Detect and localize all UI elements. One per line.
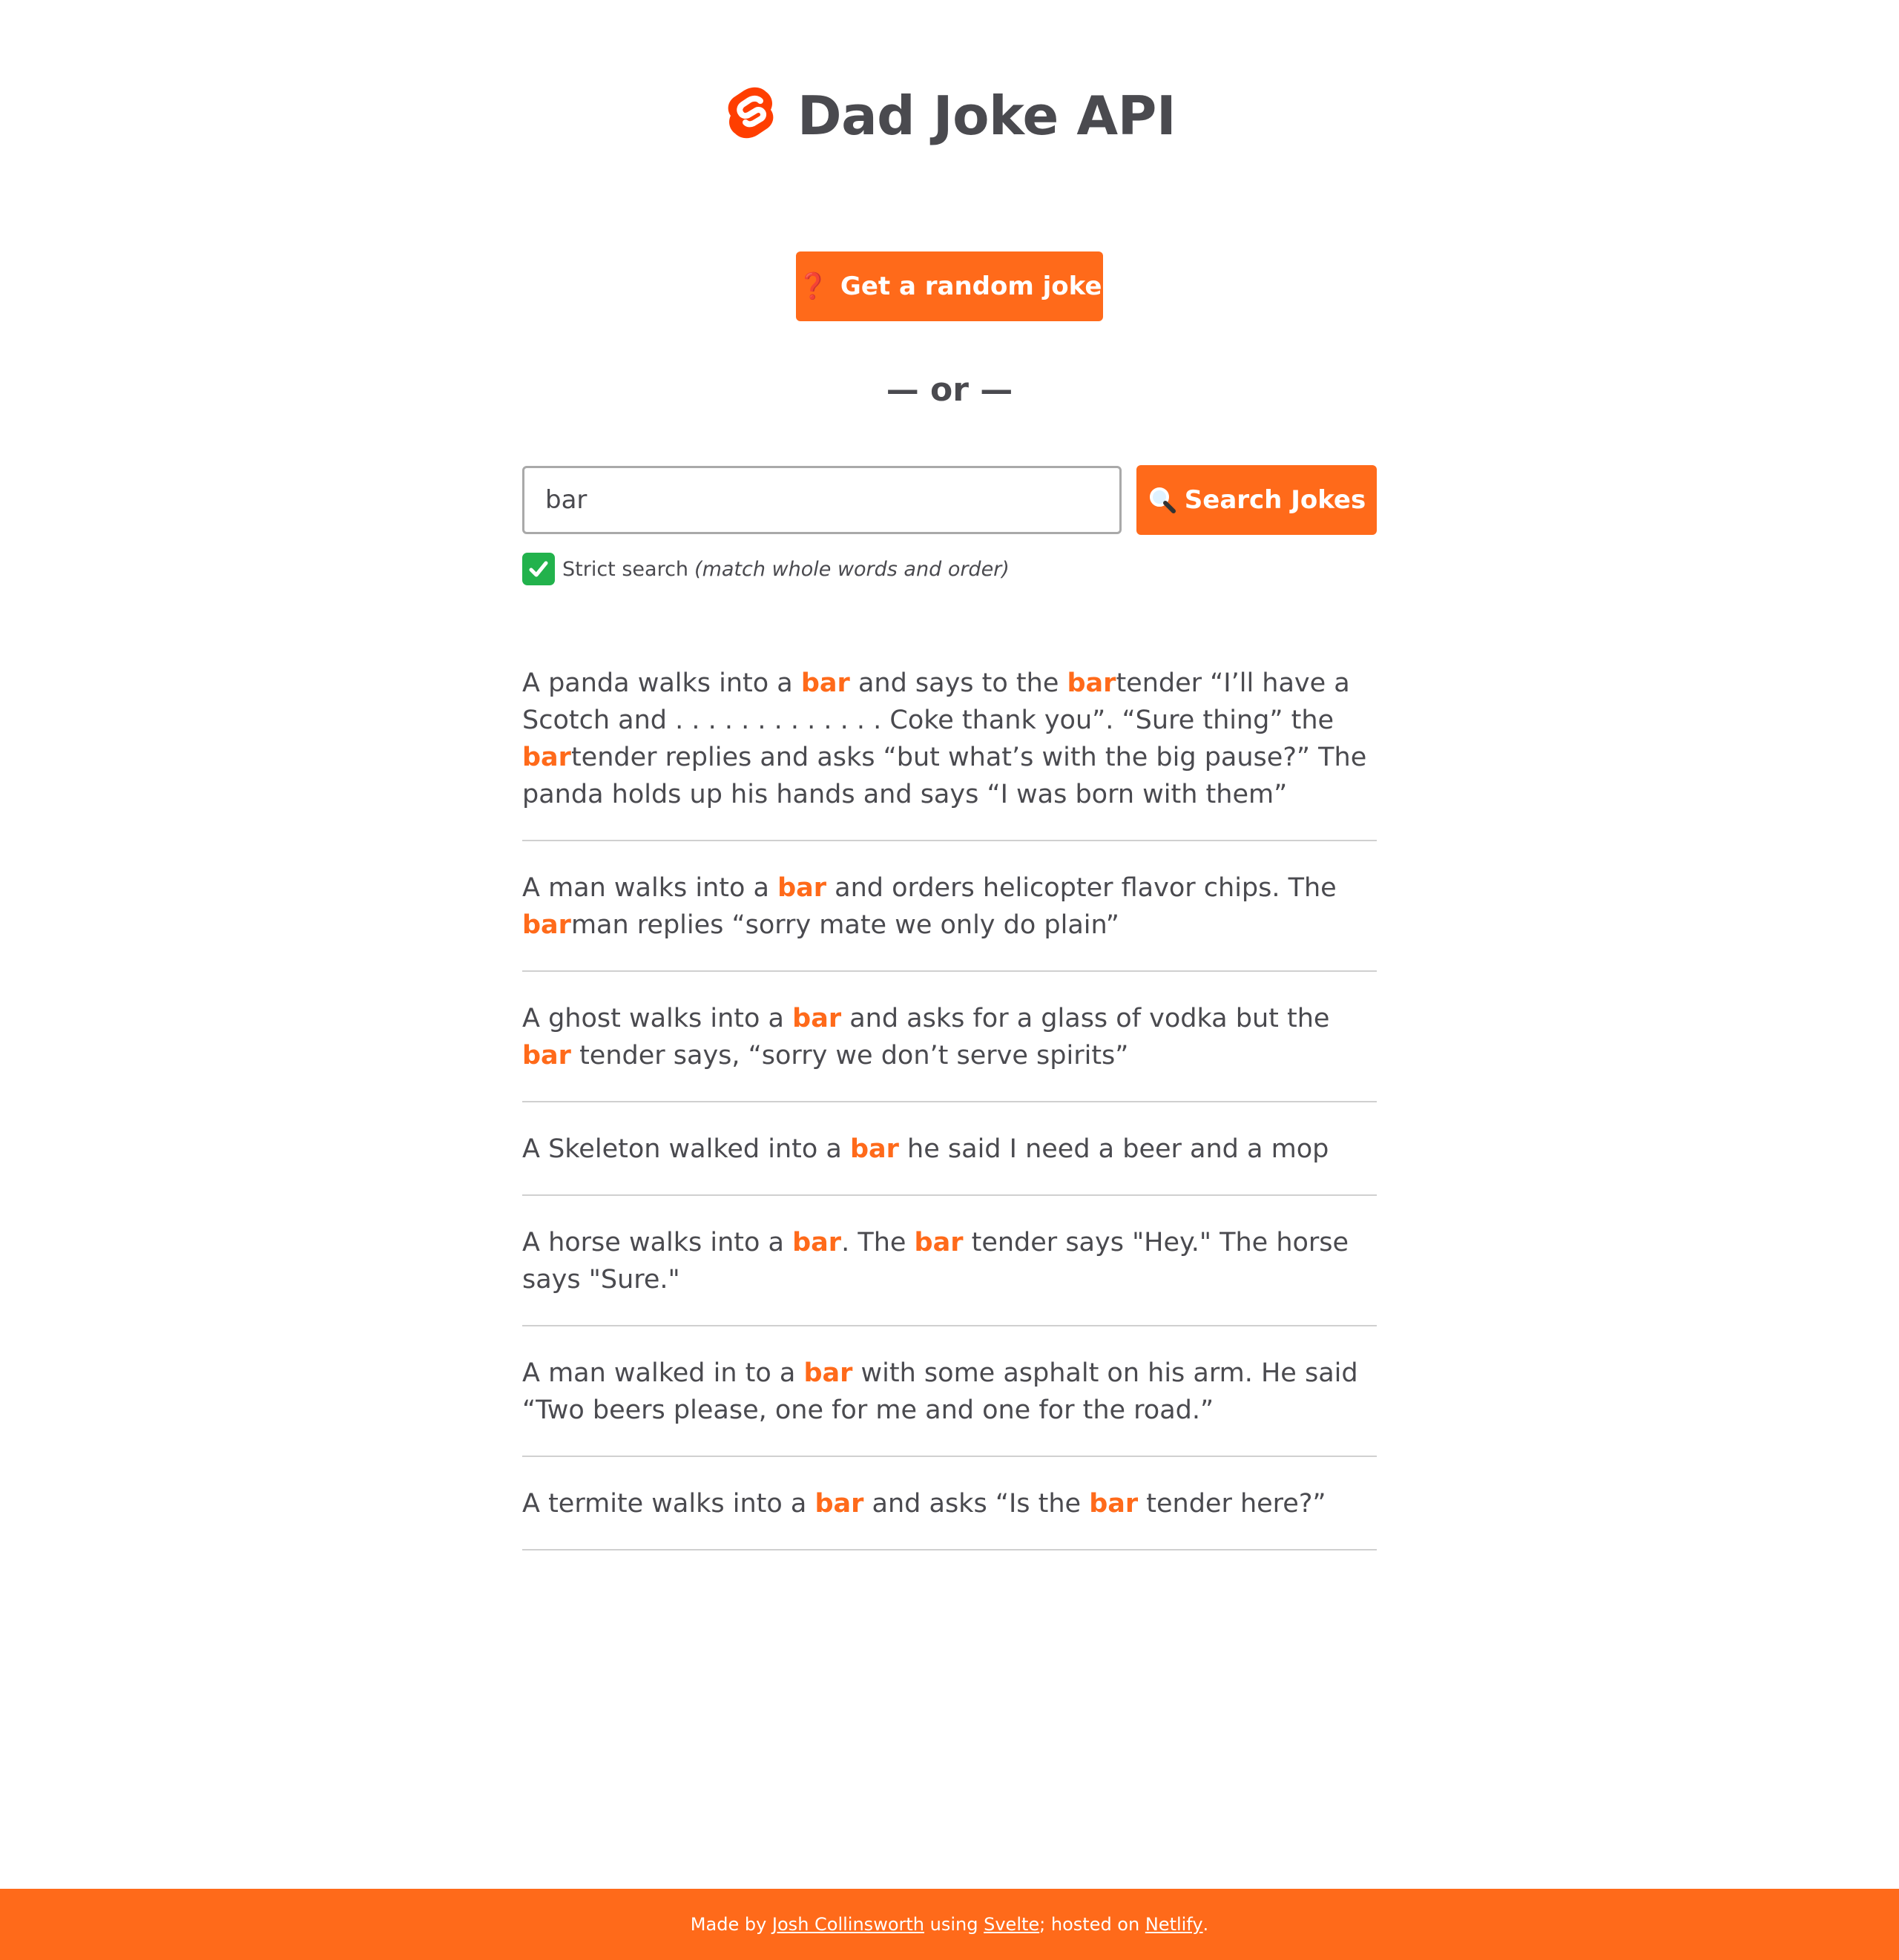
search-highlight: bar [803, 1358, 853, 1388]
search-highlight: bar [522, 1041, 571, 1071]
svelte-link[interactable]: Svelte [984, 1914, 1039, 1935]
joke-item: A horse walks into a bar. The bar tender… [522, 1212, 1377, 1326]
joke-text: . The [841, 1228, 915, 1257]
joke-text: and asks for a glass of vodka but the [841, 1004, 1330, 1033]
footer-middle: using [929, 1914, 978, 1935]
joke-item: A man walked in to a bar with some aspha… [522, 1343, 1377, 1457]
search-highlight: bar [522, 743, 571, 772]
joke-text: A Skeleton walked into a [522, 1134, 850, 1164]
search-highlight: bar [814, 1489, 864, 1519]
random-joke-label: Get a random joke [840, 272, 1102, 301]
site-footer: Made by Josh Collinsworth using Svelte; … [0, 1889, 1899, 1960]
joke-text: and asks “Is the [863, 1489, 1090, 1519]
netlify-link[interactable]: Netlify [1145, 1914, 1203, 1935]
joke-text: tender here?” [1138, 1489, 1326, 1519]
search-jokes-label: Search Jokes [1184, 485, 1366, 515]
joke-results-list: A panda walks into a bar and says to the… [522, 653, 1377, 1567]
joke-item: A Skeleton walked into a bar he said I n… [522, 1119, 1377, 1196]
joke-text: man replies “sorry mate we only do plain… [570, 910, 1119, 940]
search-jokes-button[interactable]: Search Jokes [1136, 465, 1377, 535]
joke-text: and orders helicopter flavor chips. The [826, 873, 1337, 903]
strict-search-option: Strict search (match whole words and ord… [522, 553, 1010, 585]
footer-middle-2: ; hosted on [1039, 1914, 1140, 1935]
joke-item: A termite walks into a bar and asks “Is … [522, 1473, 1377, 1550]
site-header: Dad Joke API [0, 82, 1899, 150]
search-highlight: bar [1067, 668, 1116, 698]
page-title: Dad Joke API [797, 85, 1176, 147]
check-mark-icon [529, 561, 548, 577]
search-input[interactable] [522, 466, 1122, 534]
footer-suffix: . [1202, 1914, 1209, 1935]
question-mark-icon: ❓ [797, 272, 829, 301]
joke-text: tender replies and asks “but what’s with… [522, 743, 1367, 809]
random-joke-button[interactable]: ❓ Get a random joke [796, 251, 1103, 321]
joke-text: A man walks into a [522, 873, 778, 903]
joke-text: tender says, “sorry we don’t serve spiri… [570, 1041, 1129, 1071]
or-divider: — or — [886, 371, 1013, 409]
search-highlight: bar [792, 1004, 842, 1033]
search-highlight: bar [792, 1228, 842, 1257]
magnifying-glass-icon [1148, 485, 1177, 515]
joke-item: A man walks into a bar and orders helico… [522, 858, 1377, 972]
joke-text: A termite walks into a [522, 1489, 815, 1519]
joke-item: A ghost walks into a bar and asks for a … [522, 988, 1377, 1102]
joke-text: he said I need a beer and a mop [898, 1134, 1329, 1164]
search-highlight: bar [849, 1134, 899, 1164]
joke-text: A ghost walks into a [522, 1004, 793, 1033]
search-highlight: bar [777, 873, 827, 903]
svelte-logo-icon[interactable] [723, 82, 781, 150]
joke-text: and says to the [849, 668, 1067, 698]
joke-text: A horse walks into a [522, 1228, 793, 1257]
author-link[interactable]: Josh Collinsworth [772, 1914, 924, 1935]
joke-text: A man walked in to a [522, 1358, 804, 1388]
search-highlight: bar [800, 668, 850, 698]
search-highlight: bar [914, 1228, 964, 1257]
strict-search-hint: (match whole words and order) [694, 557, 1010, 581]
search-highlight: bar [522, 910, 571, 940]
joke-text: A panda walks into a [522, 668, 801, 698]
strict-search-label: Strict search [562, 557, 689, 581]
footer-prefix: Made by [690, 1914, 767, 1935]
joke-item: A panda walks into a bar and says to the… [522, 653, 1377, 841]
search-highlight: bar [1089, 1489, 1139, 1519]
strict-search-checkbox[interactable] [522, 553, 555, 585]
